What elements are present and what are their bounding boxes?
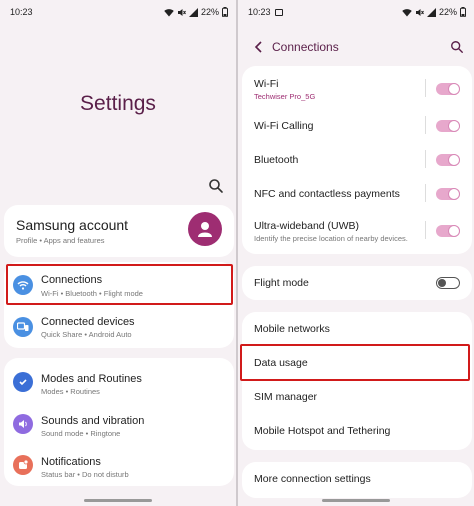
notifications-subtitle: Status bar • Do not disturb	[41, 470, 129, 479]
home-indicator[interactable]	[84, 499, 152, 502]
more-settings-card[interactable]: More connection settings	[242, 462, 472, 498]
more-settings-title: More connection settings	[254, 473, 371, 485]
flight-mode-title: Flight mode	[254, 277, 309, 289]
setting-bluetooth[interactable]: Bluetooth	[242, 142, 472, 174]
menu-item-more-connection-settings[interactable]: More connection settings	[242, 462, 472, 498]
menu-item-sim-manager[interactable]: SIM manager	[242, 380, 472, 414]
mobile-networks-title: Mobile networks	[254, 323, 330, 335]
setting-wifi[interactable]: Wi-Fi Techwiser Pro_5G	[242, 70, 472, 106]
account-subtitle: Profile • Apps and features	[16, 236, 105, 245]
bluetooth-title: Bluetooth	[254, 154, 299, 166]
menu-item-sounds-vibration[interactable]: Sounds and vibration Sound mode • Ringto…	[4, 404, 234, 444]
person-icon	[198, 222, 212, 237]
search-icon[interactable]	[450, 40, 464, 54]
setting-nfc[interactable]: NFC and contactless payments	[242, 176, 472, 208]
header: Connections	[238, 36, 474, 58]
home-indicator[interactable]	[322, 499, 390, 502]
signal-icon	[188, 7, 198, 17]
uwb-title: Ultra-wideband (UWB)	[254, 220, 360, 232]
bluetooth-toggle[interactable]	[436, 154, 460, 166]
routines-icon	[13, 372, 33, 392]
wifi-status-icon	[164, 8, 174, 16]
toggles-group: Wi-Fi Techwiser Pro_5G Wi-Fi Calling Blu…	[242, 66, 472, 254]
notifications-icon	[13, 455, 33, 475]
flight-mode-toggle[interactable]	[436, 277, 460, 289]
signal-icon	[426, 7, 436, 17]
page-title: Settings	[80, 92, 156, 115]
modes-group: Modes and Routines Modes • Routines Soun…	[4, 358, 234, 486]
menu-item-connected-devices[interactable]: Connected devices Quick Share • Android …	[4, 308, 234, 346]
status-time-right: 10:23	[248, 7, 271, 17]
setting-uwb[interactable]: Ultra-wideband (UWB) Identify the precis…	[242, 212, 472, 248]
settings-screen: 10:23 22% Settings Samsung account Profi…	[0, 0, 236, 506]
sim-manager-title: SIM manager	[254, 391, 318, 403]
nfc-title: NFC and contactless payments	[254, 188, 400, 200]
wifi-status-icon	[402, 8, 412, 16]
network-group: Mobile networks Data usage SIM manager M…	[242, 312, 472, 450]
battery-percent: 22%	[200, 7, 219, 17]
uwb-toggle[interactable]	[436, 225, 460, 237]
menu-item-mobile-networks[interactable]: Mobile networks	[242, 312, 472, 346]
wifi-calling-toggle[interactable]	[436, 120, 460, 132]
connected-devices-subtitle: Quick Share • Android Auto	[41, 330, 132, 339]
status-bar: 10:23 22%	[10, 6, 228, 18]
connections-screen: 10:23 22% Connections Wi-Fi Techwiser Pr…	[238, 0, 474, 506]
modes-routines-subtitle: Modes • Routines	[41, 387, 100, 396]
sounds-vibration-subtitle: Sound mode • Ringtone	[41, 429, 121, 438]
gallery-icon	[274, 8, 283, 16]
samsung-account-card[interactable]: Samsung account Profile • Apps and featu…	[4, 205, 234, 257]
notifications-title: Notifications	[41, 456, 101, 468]
status-bar-right: 10:23 22%	[248, 6, 466, 18]
mute-icon	[177, 8, 186, 16]
wifi-network-name: Techwiser Pro_5G	[254, 92, 316, 101]
account-title: Samsung account	[16, 217, 129, 233]
menu-item-hotspot[interactable]: Mobile Hotspot and Tethering	[242, 414, 472, 448]
battery-icon	[460, 7, 466, 17]
battery-percent-right: 22%	[438, 7, 457, 17]
status-time: 10:23	[10, 7, 33, 17]
connected-devices-icon	[13, 317, 33, 337]
menu-item-modes-routines[interactable]: Modes and Routines Modes • Routines	[4, 362, 234, 402]
connected-devices-title: Connected devices	[41, 316, 135, 328]
wifi-toggle[interactable]	[436, 83, 460, 95]
avatar[interactable]	[188, 212, 222, 246]
sounds-vibration-title: Sounds and vibration	[41, 415, 145, 427]
modes-routines-title: Modes and Routines	[41, 373, 142, 385]
header-title: Connections	[272, 40, 339, 54]
screens: 10:23 22% Settings Samsung account Profi…	[0, 0, 474, 506]
flight-mode-card[interactable]: Flight mode	[242, 266, 472, 300]
uwb-subtitle: Identify the precise location of nearby …	[254, 234, 408, 243]
wifi-title: Wi-Fi	[254, 78, 279, 90]
back-chevron-icon[interactable]	[252, 40, 266, 54]
nfc-toggle[interactable]	[436, 188, 460, 200]
highlight-box	[240, 344, 470, 381]
menu-item-notifications[interactable]: Notifications Status bar • Do not distur…	[4, 446, 234, 486]
battery-icon	[222, 7, 228, 17]
wifi-calling-title: Wi-Fi Calling	[254, 120, 314, 132]
search-icon[interactable]	[208, 178, 224, 194]
setting-wifi-calling[interactable]: Wi-Fi Calling	[242, 108, 472, 140]
hotspot-title: Mobile Hotspot and Tethering	[254, 425, 391, 437]
volume-icon	[13, 414, 33, 434]
setting-flight-mode[interactable]: Flight mode	[242, 266, 472, 300]
mute-icon	[415, 8, 424, 16]
highlight-box	[6, 264, 233, 305]
